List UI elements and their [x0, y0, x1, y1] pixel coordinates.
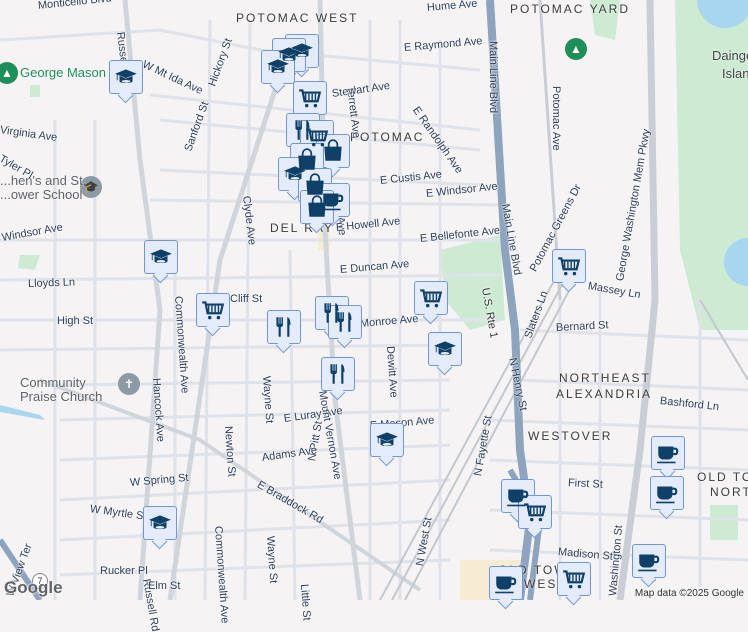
coffee-cup-icon [655, 440, 681, 466]
restaurant-icon [271, 314, 297, 340]
neighborhood-label: WESTOVER [528, 429, 613, 443]
school-icon [147, 510, 173, 536]
neighborhood-label: NORTH [710, 485, 748, 499]
poi-church[interactable]: Praise Church [20, 389, 102, 404]
street-label: Main Line Blvd [487, 41, 499, 114]
school-icon [374, 427, 400, 453]
cart-icon [200, 297, 226, 323]
grocery-marker[interactable] [414, 281, 448, 315]
restaurant-marker[interactable] [328, 305, 362, 339]
coffee-cup-icon [636, 548, 662, 574]
neighborhood-label: Daingerfield [712, 48, 748, 63]
google-logo: Google [4, 578, 63, 597]
cart-icon [561, 566, 587, 592]
school-icon [432, 336, 458, 362]
neighborhood-label: NORTHEAST [559, 371, 651, 385]
street-label: High St [57, 315, 94, 327]
neighborhood-label: Island [722, 66, 748, 81]
school-marker[interactable] [261, 50, 295, 84]
neighborhood-label: ALEXANDRIA [556, 387, 653, 401]
poi-church[interactable]: Community [20, 375, 86, 390]
restaurant-marker[interactable] [321, 357, 355, 391]
school-marker[interactable] [109, 60, 143, 94]
shop-marker[interactable] [316, 134, 350, 168]
church-pin-icon[interactable]: ✝ [118, 373, 140, 395]
school-icon [148, 244, 174, 270]
shopping-bag-icon [320, 138, 346, 164]
cart-icon [297, 85, 323, 111]
street-label: Little St [298, 583, 313, 622]
cart-icon [556, 253, 582, 279]
poi-george-mason[interactable]: George Mason [20, 65, 106, 80]
shopping-bag-icon [304, 194, 330, 220]
poi-school[interactable]: ...ower School [0, 187, 82, 202]
school-marker[interactable] [143, 506, 177, 540]
school-marker[interactable] [144, 240, 178, 274]
coffee-cup-icon [493, 570, 519, 596]
grocery-marker[interactable] [518, 495, 552, 529]
school-icon [113, 64, 139, 90]
school-icon [265, 54, 291, 80]
grocery-marker[interactable] [293, 81, 327, 115]
neighborhood-label: OLD TOWN [697, 470, 748, 484]
grocery-marker[interactable] [557, 562, 591, 596]
school-marker[interactable] [370, 423, 404, 457]
cart-icon [418, 285, 444, 311]
street-label: Elm St [148, 580, 181, 592]
map-attribution[interactable]: Map data ©2025 Google [630, 587, 748, 600]
restaurant-marker[interactable] [267, 310, 301, 344]
grocery-marker[interactable] [196, 293, 230, 327]
restaurant-icon [325, 361, 351, 387]
street-label: First St [567, 477, 604, 491]
school-marker[interactable] [428, 332, 462, 366]
park-pin-icon[interactable]: ▲ [565, 38, 587, 60]
coffee-marker[interactable] [489, 566, 523, 600]
coffee-cup-icon [654, 480, 680, 506]
street-label: Rucker Pl [100, 565, 148, 577]
shop-marker[interactable] [300, 190, 334, 224]
restaurant-icon [332, 309, 358, 335]
street-label: Lloyds Ln [27, 276, 76, 290]
coffee-marker[interactable] [632, 544, 666, 578]
street-label: Cliff St [230, 293, 263, 305]
poi-school[interactable]: ...hen's and St. [0, 173, 86, 188]
neighborhood-label: POTOMAC YARD [510, 2, 631, 16]
coffee-marker[interactable] [650, 476, 684, 510]
neighborhood-label: POTOMAC WEST [236, 11, 359, 25]
cart-icon [522, 499, 548, 525]
street-label: Potomac Ave [550, 86, 562, 151]
grocery-marker[interactable] [552, 249, 586, 283]
coffee-marker[interactable] [651, 436, 685, 470]
